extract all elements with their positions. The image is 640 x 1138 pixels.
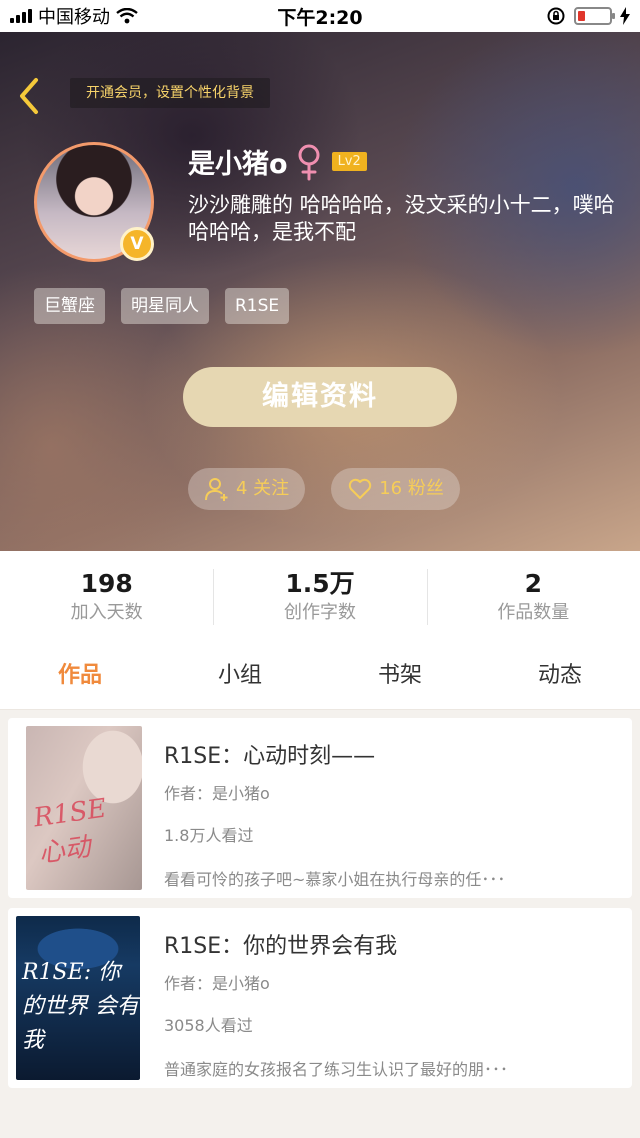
tag-group[interactable]: R1SE [225, 288, 290, 324]
book-author: 作者：是小猪o [164, 974, 270, 993]
book-description: 看看可怜的孩子吧~慕家小姐在执行母亲的任･･･ [164, 870, 506, 889]
stat-words-value: 1.5万 [285, 569, 355, 598]
chevron-left-icon [20, 78, 38, 114]
status-right [546, 6, 630, 26]
tab-bar: 作品 小组 书架 动态 [0, 648, 640, 710]
book-views: 3058人看过 [164, 1016, 253, 1035]
book-author: 作者：是小猪o [164, 784, 270, 803]
stat-works: 2 作品数量 [426, 551, 640, 648]
stat-works-value: 2 [524, 569, 543, 598]
username: 是小猪o [188, 149, 288, 180]
name-row: 是小猪o Lv2 [188, 142, 367, 181]
stat-words-label: 创作字数 [283, 602, 356, 623]
tag-list: 巨蟹座 明星同人 R1SE [34, 288, 290, 324]
status-bar: 中国移动 下午2:20 [0, 0, 640, 32]
back-button[interactable] [14, 76, 46, 116]
followers-button[interactable]: 16 粉丝 [331, 468, 460, 510]
heart-icon [348, 478, 372, 499]
following-label: 4 关注 [236, 478, 290, 499]
stat-days: 198 加入天数 [0, 551, 213, 648]
tab-groups[interactable]: 小组 [160, 648, 320, 709]
verified-badge: V [120, 227, 154, 261]
book-cover[interactable]: R1SE 心动 [26, 726, 142, 890]
profile-header: 开通会员，设置个性化背景 V 是小猪o Lv2 沙沙雕雕的 哈哈哈哈，没文采的小… [0, 32, 640, 551]
tab-activity[interactable]: 动态 [480, 648, 640, 709]
stat-words: 1.5万 创作字数 [213, 551, 426, 648]
tab-works[interactable]: 作品 [0, 648, 160, 709]
followers-label: 16 粉丝 [379, 478, 444, 499]
female-icon [298, 144, 320, 180]
cover-title-art: R1SE 心动 [31, 793, 109, 870]
edit-profile-button[interactable]: 编辑资料 [183, 367, 457, 427]
book-description: 普通家庭的女孩报名了练习生认识了最好的朋･･･ [164, 1060, 509, 1079]
stat-days-label: 加入天数 [70, 602, 143, 623]
cover-title-art: R1SE: 你的世界 会有我 [22, 960, 139, 1053]
tab-bookshelf[interactable]: 书架 [320, 648, 480, 709]
charging-icon [620, 7, 630, 25]
battery-icon [574, 7, 615, 25]
book-title[interactable]: R1SE：你的世界会有我 [164, 928, 397, 960]
orientation-lock-icon [547, 7, 565, 25]
list-item[interactable]: R1SE 心动 R1SE：心动时刻—— 作者：是小猪o 1.8万人看过 看看可怜… [8, 718, 632, 898]
signal-icon [10, 9, 32, 23]
book-cover[interactable]: R1SE: 你的世界 会有我 [16, 916, 140, 1080]
stats-bar: 198 加入天数 1.5万 创作字数 2 作品数量 [0, 551, 640, 648]
level-badge: Lv2 [331, 152, 367, 171]
book-title[interactable]: R1SE：心动时刻—— [164, 738, 375, 770]
stat-works-label: 作品数量 [497, 602, 570, 623]
tag-fanfic[interactable]: 明星同人 [121, 288, 209, 324]
follow-stats: 4 关注 16 粉丝 [188, 468, 460, 510]
following-button[interactable]: 4 关注 [188, 468, 306, 510]
wifi-icon [116, 8, 138, 24]
stat-days-value: 198 [80, 569, 133, 598]
bio: 沙沙雕雕的 哈哈哈哈，没文采的小十二，噗哈哈哈哈，是我不配 [188, 193, 615, 244]
add-user-icon [205, 478, 228, 501]
tag-constellation[interactable]: 巨蟹座 [34, 288, 105, 324]
status-left: 中国移动 [10, 3, 138, 29]
member-background-tip[interactable]: 开通会员，设置个性化背景 [70, 78, 270, 108]
list-item[interactable]: R1SE: 你的世界 会有我 R1SE：你的世界会有我 作者：是小猪o 3058… [8, 908, 632, 1088]
carrier-label: 中国移动 [38, 7, 110, 28]
book-views: 1.8万人看过 [164, 826, 254, 845]
